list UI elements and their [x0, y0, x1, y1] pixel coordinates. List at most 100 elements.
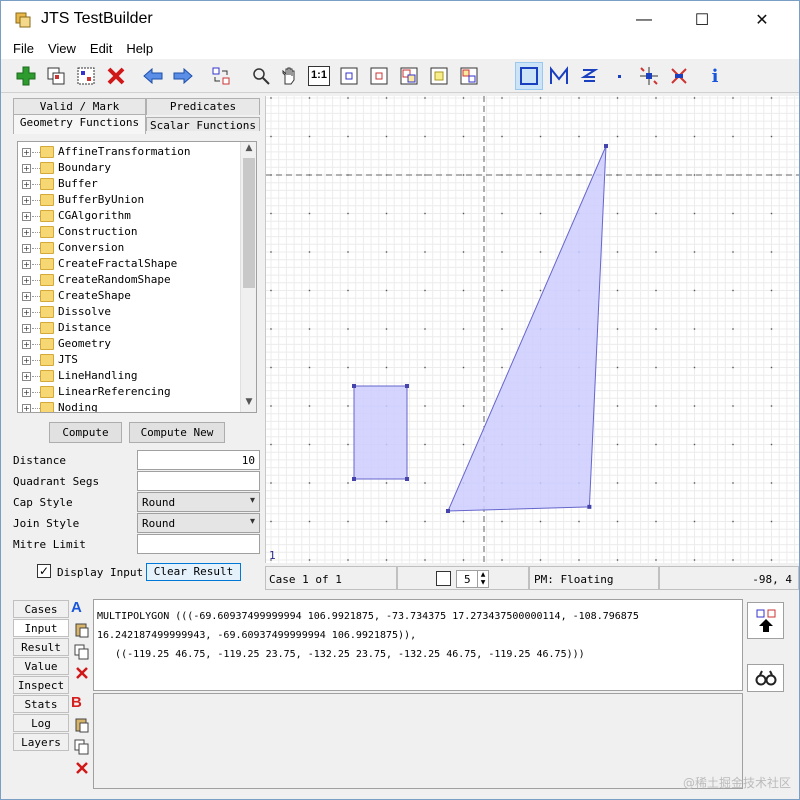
draw-point-button[interactable]	[607, 64, 631, 88]
copy-a-button[interactable]	[73, 643, 91, 661]
paste-a-button[interactable]	[73, 621, 91, 639]
display-input-checkbox[interactable]: ✓	[37, 564, 51, 578]
join-style-select[interactable]: Round ▾	[137, 513, 260, 533]
vertex-handle[interactable]	[405, 384, 409, 388]
cap-style-select[interactable]: Round ▾	[137, 492, 260, 512]
precision-checkbox[interactable]	[436, 571, 451, 586]
expand-icon[interactable]: +	[22, 148, 31, 157]
tab-valid-mark[interactable]: Valid / Mark	[13, 98, 146, 115]
tab-inspect[interactable]: Inspect	[13, 676, 69, 694]
tab-stats[interactable]: Stats	[13, 695, 69, 713]
edit-vertex-button[interactable]	[637, 64, 661, 88]
info-button[interactable]: i	[703, 64, 727, 88]
zoom-to-b-button[interactable]	[367, 64, 391, 88]
vertex-handle[interactable]	[352, 477, 356, 481]
load-geometry-button[interactable]	[747, 602, 784, 639]
expand-icon[interactable]: +	[22, 164, 31, 173]
expand-icon[interactable]: +	[22, 372, 31, 381]
expand-icon[interactable]: +	[22, 260, 31, 269]
tree-item[interactable]: + CGAlgorithm	[18, 208, 242, 224]
tree-item[interactable]: + Conversion	[18, 240, 242, 256]
add-case-button[interactable]	[14, 64, 38, 88]
distance-input[interactable]: 10	[137, 450, 260, 470]
expand-icon[interactable]: +	[22, 356, 31, 365]
vertex-handle[interactable]	[604, 144, 608, 148]
zoom-to-input-button[interactable]	[427, 64, 451, 88]
geometry-a-wkt[interactable]: MULTIPOLYGON (((-69.60937499999994 106.9…	[93, 599, 743, 691]
expand-icon[interactable]: +	[22, 228, 31, 237]
tree-item[interactable]: + CreateShape	[18, 288, 242, 304]
expand-icon[interactable]: +	[22, 324, 31, 333]
tree-item[interactable]: + BufferByUnion	[18, 192, 242, 208]
exchange-geometries-button[interactable]	[209, 64, 233, 88]
scroll-down-icon[interactable]: ▼	[241, 397, 256, 411]
tree-item[interactable]: + Geometry	[18, 336, 242, 352]
inspect-geometry-button[interactable]	[747, 664, 784, 692]
tab-predicates[interactable]: Predicates	[146, 98, 260, 115]
expand-icon[interactable]: +	[22, 180, 31, 189]
tree-item[interactable]: + Noding	[18, 400, 242, 412]
expand-icon[interactable]: +	[22, 212, 31, 221]
tree-item[interactable]: + Buffer	[18, 176, 242, 192]
menu-help[interactable]: Help	[126, 39, 153, 59]
polygon-shape[interactable]	[353, 385, 408, 480]
draw-linestring-button[interactable]	[547, 64, 571, 88]
close-button[interactable]: ✕	[739, 1, 785, 39]
expand-icon[interactable]: +	[22, 276, 31, 285]
tab-input[interactable]: Input	[13, 619, 69, 637]
tab-scalar-functions[interactable]: Scalar Functions	[146, 117, 260, 132]
tab-result[interactable]: Result	[13, 638, 69, 656]
compute-new-button[interactable]: Compute New	[129, 422, 225, 443]
menu-view[interactable]: View	[48, 39, 76, 59]
zoom-to-result-button[interactable]	[397, 64, 421, 88]
tree-item[interactable]: + CreateFractalShape	[18, 256, 242, 272]
clear-result-button[interactable]: Clear Result	[146, 563, 241, 581]
delete-case-button[interactable]	[104, 64, 128, 88]
expand-icon[interactable]: +	[22, 196, 31, 205]
minimize-button[interactable]: —	[621, 1, 667, 39]
prev-case-button[interactable]	[141, 64, 165, 88]
copy-case-button[interactable]	[44, 64, 68, 88]
pan-button[interactable]	[277, 64, 301, 88]
mitre-limit-input[interactable]	[137, 534, 260, 554]
tab-log[interactable]: Log	[13, 714, 69, 732]
tree-item[interactable]: + Boundary	[18, 160, 242, 176]
tree-item[interactable]: + LinearReferencing	[18, 384, 242, 400]
clear-a-button[interactable]	[73, 664, 91, 682]
next-case-button[interactable]	[171, 64, 195, 88]
tab-layers[interactable]: Layers	[13, 733, 69, 751]
vertex-handle[interactable]	[446, 509, 450, 513]
scroll-thumb[interactable]	[243, 158, 255, 288]
clear-b-button[interactable]	[73, 759, 91, 777]
draw-line-button[interactable]	[577, 64, 601, 88]
zoom-button[interactable]	[249, 64, 273, 88]
spinner-arrows-icon[interactable]: ▲ ▼	[477, 571, 488, 587]
geometry-b-wkt[interactable]	[93, 693, 743, 789]
vertex-handle[interactable]	[587, 504, 592, 509]
menu-edit[interactable]: Edit	[90, 39, 112, 59]
expand-icon[interactable]: +	[22, 308, 31, 317]
tab-geometry-functions[interactable]: Geometry Functions	[13, 114, 146, 134]
tab-value[interactable]: Value	[13, 657, 69, 675]
vertex-handle[interactable]	[405, 477, 409, 481]
tree-item[interactable]: + LineHandling	[18, 368, 242, 384]
scroll-up-icon[interactable]: ▲	[241, 143, 256, 157]
expand-icon[interactable]: +	[22, 388, 31, 397]
compute-button[interactable]: Compute	[49, 422, 122, 443]
tab-cases[interactable]: Cases	[13, 600, 69, 618]
precision-spinner[interactable]: 5 ▲ ▼	[456, 570, 489, 588]
tree-item[interactable]: + Dissolve	[18, 304, 242, 320]
expand-icon[interactable]: +	[22, 404, 31, 412]
quadrant-segs-input[interactable]	[137, 471, 260, 491]
tree-item[interactable]: + Distance	[18, 320, 242, 336]
zoom-to-a-button[interactable]	[337, 64, 361, 88]
menu-file[interactable]: File	[13, 39, 34, 59]
extract-component-button[interactable]	[667, 64, 691, 88]
tree-item[interactable]: + Construction	[18, 224, 242, 240]
geometry-canvas[interactable]: 1	[265, 96, 799, 563]
tree-item[interactable]: + JTS	[18, 352, 242, 368]
tree-item[interactable]: + CreateRandomShape	[18, 272, 242, 288]
paste-b-button[interactable]	[73, 716, 91, 734]
tree-item[interactable]: + AffineTransformation	[18, 144, 242, 160]
duplicate-case-button[interactable]	[74, 64, 98, 88]
